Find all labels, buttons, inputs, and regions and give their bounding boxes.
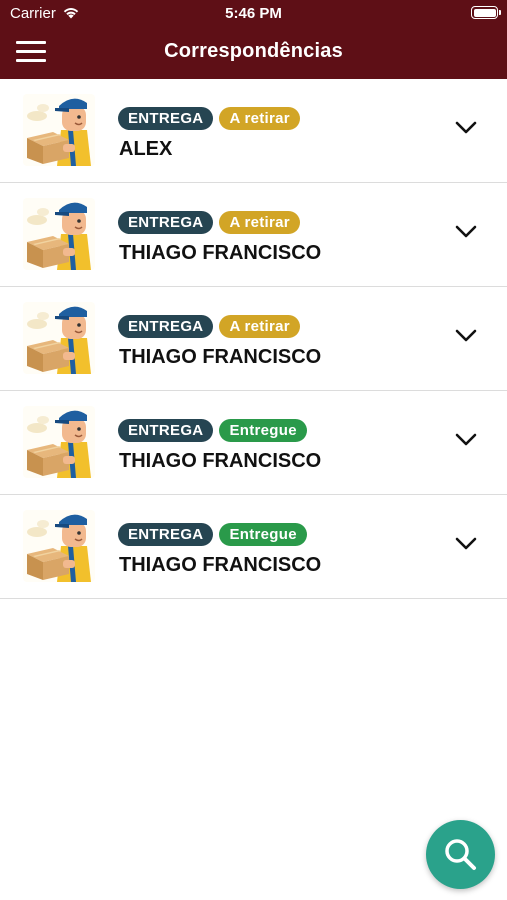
badges: ENTREGA A retirar [118,107,300,130]
chevron-down-icon[interactable] [455,225,477,239]
status-badge: A retirar [219,107,300,130]
correspondence-list: ENTREGA A retirar ALEX ENTREGA A retirar… [0,79,507,599]
list-item-2[interactable]: ENTREGA A retirar THIAGO FRANCISCO [0,287,507,391]
delivery-man-icon [23,302,95,374]
recipient-name: THIAGO FRANCISCO [119,554,322,576]
search-button[interactable] [426,820,495,889]
recipient-name: THIAGO FRANCISCO [119,242,322,264]
delivery-man-icon [23,94,95,166]
badges: ENTREGA Entregue [118,523,307,546]
badges: ENTREGA A retirar [118,315,300,338]
type-badge: ENTREGA [118,211,214,234]
chevron-down-icon[interactable] [455,121,477,135]
app-header: Carrier 5:46 PM Correspondências [0,0,507,79]
delivery-man-icon [23,198,95,270]
type-badge: ENTREGA [118,419,214,442]
search-icon [445,839,476,870]
status-badge: Entregue [219,419,307,442]
list-item-4[interactable]: ENTREGA Entregue THIAGO FRANCISCO [0,495,507,599]
list-item-3[interactable]: ENTREGA Entregue THIAGO FRANCISCO [0,391,507,495]
chevron-down-icon[interactable] [455,433,477,447]
list-item-1[interactable]: ENTREGA A retirar THIAGO FRANCISCO [0,183,507,287]
status-badge: A retirar [219,211,300,234]
badges: ENTREGA A retirar [118,211,300,234]
clock: 5:46 PM [225,5,282,22]
page-title: Correspondências [164,40,343,62]
battery-icon [471,6,501,19]
recipient-name: THIAGO FRANCISCO [119,346,322,368]
delivery-man-icon [23,406,95,478]
type-badge: ENTREGA [118,315,214,338]
list-item-0[interactable]: ENTREGA A retirar ALEX [0,79,507,183]
chevron-down-icon[interactable] [455,537,477,551]
delivery-man-icon [23,510,95,582]
recipient-name: ALEX [119,138,173,160]
badges: ENTREGA Entregue [118,419,307,442]
chevron-down-icon[interactable] [455,329,477,343]
recipient-name: THIAGO FRANCISCO [119,450,322,472]
status-bar: Carrier 5:46 PM [0,0,507,28]
type-badge: ENTREGA [118,107,214,130]
status-badge: A retirar [219,315,300,338]
status-badge: Entregue [219,523,307,546]
type-badge: ENTREGA [118,523,214,546]
